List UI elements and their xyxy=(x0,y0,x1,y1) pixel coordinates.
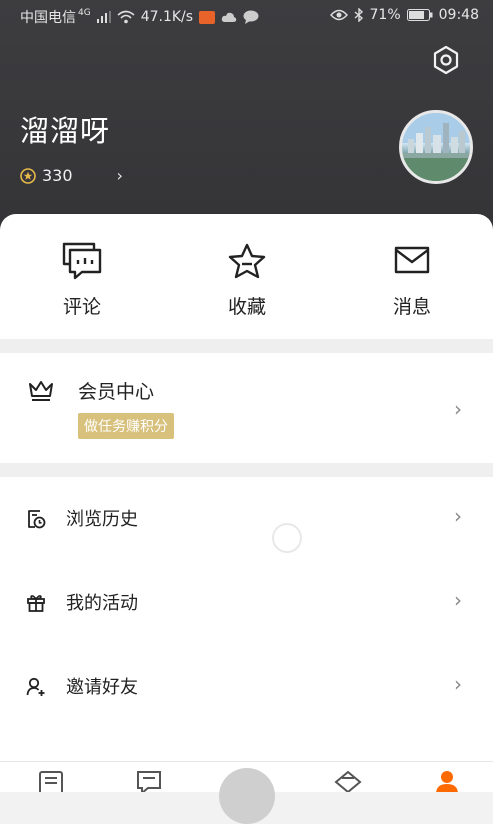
menu-list: 浏览历史 › 我的活动 › 邀请好友 › xyxy=(0,477,493,761)
favorites-label: 收藏 xyxy=(227,296,266,318)
messages-label: 消息 xyxy=(392,296,431,318)
section-divider xyxy=(0,463,493,477)
section-divider xyxy=(0,339,493,353)
network-label: 4G xyxy=(78,8,91,18)
add-user-icon xyxy=(26,677,45,696)
profile-header: 中国电信 4G 47.1K/s 71% 09:48 溜溜呀 330 › xyxy=(0,0,493,230)
bottom-tab-bar xyxy=(0,761,493,824)
chevron-right-icon: › xyxy=(454,588,462,612)
menu-item-label: 邀请好友 xyxy=(66,677,138,698)
status-bar: 中国电信 4G 47.1K/s 71% 09:48 xyxy=(0,0,493,32)
chevron-right-icon: › xyxy=(454,397,462,421)
earn-points-badge: 做任务赚积分 xyxy=(78,413,174,439)
avatar-cityscape-image xyxy=(402,113,470,181)
settings-icon[interactable] xyxy=(428,42,464,78)
app-notification-icon xyxy=(199,10,216,24)
signal-icon xyxy=(96,11,111,23)
chevron-right-icon: › xyxy=(116,166,123,185)
points-link[interactable]: 330 › xyxy=(20,166,123,185)
bluetooth-icon xyxy=(354,8,363,22)
star-icon xyxy=(228,243,266,279)
coin-icon xyxy=(20,167,36,184)
menu-item-invite-friends[interactable]: 邀请好友 › xyxy=(0,645,493,729)
wifi-icon xyxy=(117,10,135,24)
chevron-right-icon: › xyxy=(454,504,462,528)
cloud-icon xyxy=(221,12,237,22)
tab-discover-icon[interactable] xyxy=(134,770,164,792)
chat-bubble-icon xyxy=(243,10,259,24)
mail-icon xyxy=(394,246,430,274)
comments-button[interactable]: 评论 xyxy=(42,242,122,319)
member-center-row[interactable]: 会员中心 做任务赚积分 › xyxy=(0,353,493,463)
chevron-right-icon: › xyxy=(454,672,462,696)
member-center-label: 会员中心 xyxy=(78,381,155,403)
clock: 09:48 xyxy=(438,7,479,23)
carrier-label: 中国电信 xyxy=(20,10,76,26)
gift-icon xyxy=(27,595,45,612)
battery-icon xyxy=(406,9,433,21)
points-value: 330 xyxy=(42,166,73,185)
favorites-button[interactable]: 收藏 xyxy=(207,242,287,319)
tab-home-icon[interactable] xyxy=(36,770,66,792)
network-speed: 47.1K/s xyxy=(140,9,194,25)
crown-icon xyxy=(29,381,53,401)
menu-item-label: 我的活动 xyxy=(66,593,138,614)
messages-button[interactable]: 消息 xyxy=(372,242,452,319)
comments-label: 评论 xyxy=(62,296,101,318)
eye-icon xyxy=(329,9,348,21)
username[interactable]: 溜溜呀 xyxy=(20,108,110,150)
tab-mall-icon[interactable] xyxy=(333,770,363,792)
tab-play-button[interactable] xyxy=(219,768,275,824)
avatar[interactable] xyxy=(399,110,473,184)
menu-item-label: 浏览历史 xyxy=(66,509,138,530)
tab-profile-icon[interactable] xyxy=(432,770,462,792)
loading-indicator xyxy=(272,523,302,553)
history-icon xyxy=(28,510,46,529)
comment-icon xyxy=(62,242,102,280)
battery-percent: 71% xyxy=(369,7,401,23)
menu-item-browse-history[interactable]: 浏览历史 › xyxy=(0,477,493,561)
menu-item-my-activities[interactable]: 我的活动 › xyxy=(0,561,493,645)
